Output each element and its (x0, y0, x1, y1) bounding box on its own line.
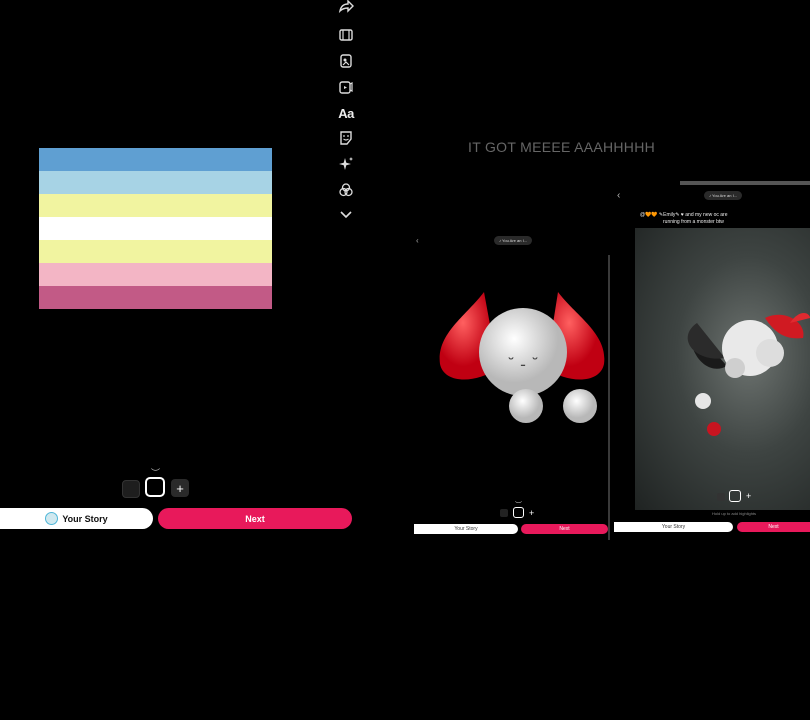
flag-stripe (39, 148, 272, 171)
avatar (45, 512, 59, 525)
next-button[interactable]: Next (158, 508, 352, 529)
story-caption-line1: @🧡🧡 ✎Emily✎ ♥ and my new oc are (640, 212, 728, 218)
mini-thumbnail-previous-right (717, 493, 725, 501)
audio-chip: ♪ You Are an I... (494, 236, 533, 245)
preview-divider (608, 255, 610, 540)
thumbnail-current[interactable] (145, 477, 165, 497)
film-icon[interactable] (337, 26, 355, 44)
mini-your-story-label-right: Your Story (661, 524, 686, 530)
flag-stripe (39, 217, 272, 240)
mini-your-story-button: Your Story (414, 524, 518, 534)
audio-chip-right-label: ♪ You Are an I... (709, 193, 738, 198)
sparkle-icon[interactable] (337, 155, 355, 173)
progress-bar (680, 181, 810, 185)
mini-add-icon: + (529, 508, 535, 518)
sticker-icon[interactable] (337, 129, 355, 147)
flag-stripe (39, 171, 272, 194)
your-story-button[interactable]: Your Story (0, 508, 153, 529)
back-chevron-icon: ‹ (416, 236, 419, 245)
story-photo (635, 228, 810, 510)
flag-stripe (39, 240, 272, 263)
audio-chip-label: ♪ You Are an I... (499, 238, 528, 243)
flag-stripe (39, 263, 272, 286)
mini-thumbnail-previous (500, 509, 508, 517)
sticker-stack-icon[interactable] (337, 52, 355, 70)
overlay-caption: IT GOT MEEEE AAAHHHHH (468, 139, 656, 155)
mini-your-story-label: Your Story (454, 526, 478, 532)
text-tool-button[interactable]: Aa (337, 104, 355, 122)
hint-text: Hold up to add highlights (712, 511, 757, 516)
flag-stripe (39, 194, 272, 217)
share-icon[interactable] (337, 0, 355, 15)
video-card-icon[interactable] (337, 78, 355, 96)
mini-next-button: Next (521, 524, 608, 534)
your-story-label: Your Story (62, 513, 108, 524)
add-slide-button[interactable]: + (171, 479, 189, 497)
svg-text:˘ - ˘: ˘ - ˘ (507, 355, 539, 374)
character-photo (687, 313, 810, 436)
story-caption-line2: running from a monster btw (663, 219, 724, 225)
thumbnail-previous[interactable] (122, 480, 140, 498)
mini-next-label-right: Next (768, 524, 779, 530)
mini-thumbnail-current (513, 507, 524, 518)
flag-stripe (39, 286, 272, 309)
mini-thumbnail-current-right (729, 490, 741, 502)
mini-next-label: Next (559, 526, 570, 532)
chevron-down-icon[interactable] (337, 205, 355, 223)
mini-your-story-button-right: Your Story (614, 522, 733, 532)
mini-next-button-right: Next (737, 522, 810, 532)
audio-chip-right: ♪ You Are an I... (704, 191, 743, 200)
back-chevron-icon-right: ‹ (617, 190, 621, 201)
character-illustration: ˘ - ˘ (439, 292, 605, 423)
mini-add-icon-right: + (746, 491, 752, 501)
filters-icon[interactable] (337, 181, 355, 199)
flag-image[interactable] (39, 148, 272, 309)
